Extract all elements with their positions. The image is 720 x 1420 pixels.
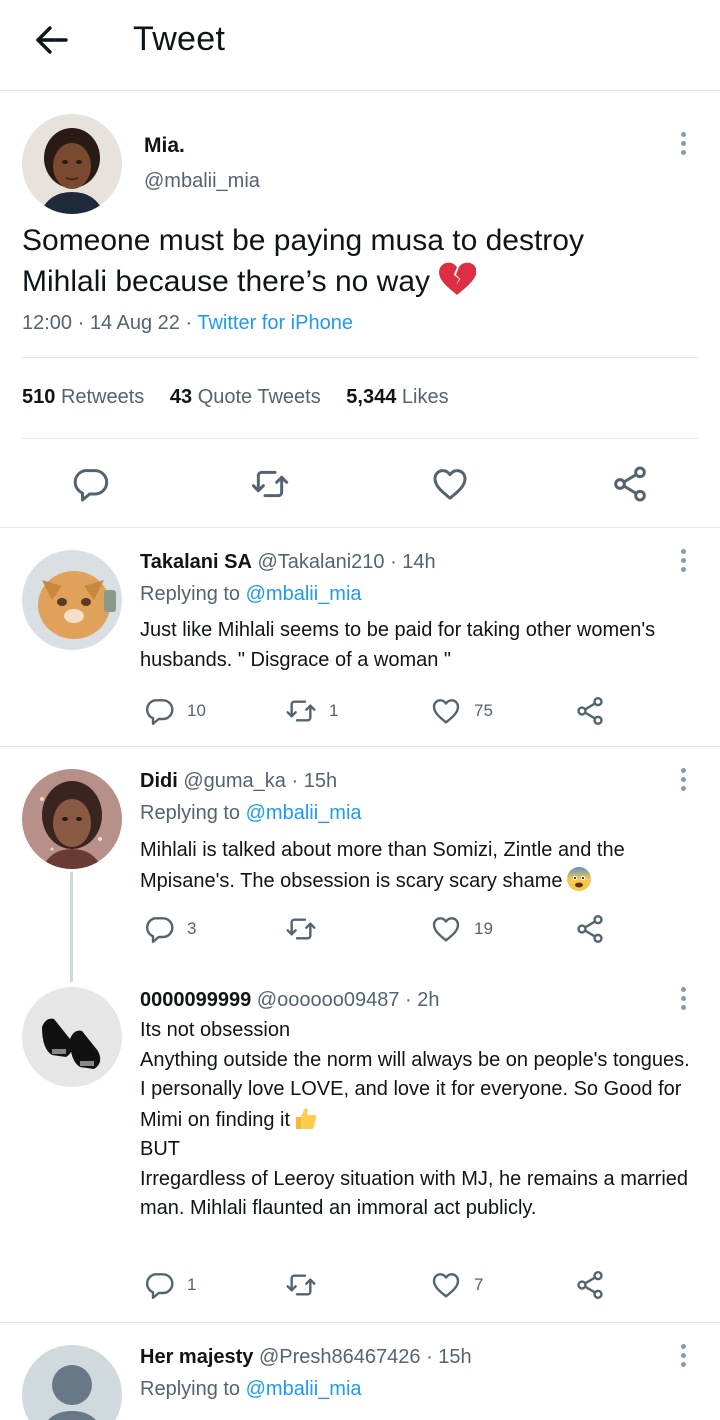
reply-icon[interactable]	[70, 464, 110, 504]
like-count: 19	[474, 919, 493, 938]
reply-count: 3	[187, 919, 197, 938]
reply-text-line: Irregardless of Leeroy situation with MJ…	[140, 1167, 689, 1220]
more-options-icon[interactable]	[673, 547, 693, 575]
tweet-text: Someone must be paying musa to destroy M…	[22, 220, 662, 302]
replying-to-link[interactable]: @mbalii_mia	[246, 583, 362, 605]
avatar[interactable]	[22, 1345, 122, 1420]
divider	[22, 357, 698, 358]
reply-count: 10	[187, 701, 206, 720]
reply-text: Just like Mihlali seems to be paid for t…	[140, 619, 656, 671]
reply-author-handle[interactable]: @guma_ka	[183, 770, 286, 792]
more-options-icon[interactable]	[673, 766, 693, 794]
reply-count: 1	[187, 1275, 197, 1294]
reply-header: Didi @guma_ka · 15h	[140, 770, 337, 793]
reply-author-name[interactable]: Takalani SA	[140, 551, 252, 573]
retweet-count: 1	[329, 701, 339, 720]
broken-heart-icon	[439, 262, 477, 295]
retweet-icon[interactable]	[250, 464, 290, 504]
replying-to-link[interactable]: @mbalii_mia	[246, 802, 362, 824]
share-icon[interactable]	[574, 1268, 606, 1302]
likes-stat[interactable]: 5,344 Likes	[346, 386, 448, 408]
like-count: 75	[474, 701, 493, 720]
avatar[interactable]	[22, 987, 122, 1087]
reply-author-name[interactable]: Her majesty	[140, 1346, 253, 1368]
tweet-text-body: Someone must be paying musa to destroy M…	[22, 224, 584, 298]
reply-header: 0000099999 @oooooo09487 · 2h	[140, 989, 439, 1012]
page-title: Tweet	[133, 20, 226, 58]
more-options-icon[interactable]	[673, 985, 693, 1013]
author-name[interactable]: Mia.	[144, 134, 185, 158]
avatar[interactable]	[22, 550, 122, 650]
top-bar: Tweet	[0, 0, 720, 91]
tweet-source-link[interactable]: Twitter for iPhone	[197, 312, 353, 334]
reply-author-handle[interactable]: @Takalani210	[257, 551, 384, 573]
avatar[interactable]	[22, 769, 122, 869]
reply-tweet[interactable]: 0000099999 @oooooo09487 · 2h Its not obs…	[0, 977, 720, 1322]
avatar[interactable]	[22, 114, 122, 214]
replying-to: Replying to @mbalii_mia	[140, 802, 362, 824]
reply-author-handle[interactable]: @Presh86467426	[259, 1346, 421, 1368]
reply-time: · 2h	[405, 989, 440, 1011]
like-icon[interactable]: 75	[430, 694, 493, 728]
reply-time: · 14h	[390, 551, 436, 573]
thumbs-up-icon	[296, 1107, 317, 1129]
retweet-icon[interactable]	[285, 1268, 329, 1302]
fearful-face-icon	[566, 866, 591, 891]
share-icon[interactable]	[610, 464, 650, 504]
divider	[22, 438, 698, 439]
reply-time: · 15h	[426, 1346, 472, 1368]
retweet-icon[interactable]: 1	[285, 694, 338, 728]
reply-icon[interactable]: 1	[143, 1268, 196, 1302]
thread-connector	[70, 872, 73, 982]
author-handle[interactable]: @mbalii_mia	[144, 170, 260, 193]
like-icon[interactable]: 19	[430, 912, 493, 946]
reply-text: Mihlali is talked about more than Somizi…	[140, 836, 700, 896]
reply-tweet[interactable]: Her majesty @Presh86467426 · 15h Replyin…	[0, 1323, 720, 1420]
reply-text-line: Anything outside the norm will always be…	[140, 1048, 690, 1071]
like-icon[interactable]: 7	[430, 1268, 483, 1302]
reply-author-name[interactable]: 0000099999	[140, 989, 251, 1011]
more-options-icon[interactable]	[673, 1342, 693, 1370]
replying-to: Replying to @mbalii_mia	[140, 583, 362, 605]
share-icon[interactable]	[574, 694, 606, 728]
reply-text-line: BUT	[140, 1138, 180, 1160]
tweet-timestamp: 12:00 · 14 Aug 22 ·	[22, 312, 198, 334]
reply-header: Her majesty @Presh86467426 · 15h	[140, 1346, 472, 1369]
reply-icon[interactable]: 3	[143, 912, 196, 946]
like-icon[interactable]	[430, 464, 470, 504]
retweets-stat[interactable]: 510 Retweets	[22, 386, 144, 408]
retweet-icon[interactable]	[285, 912, 329, 946]
tweet-meta: 12:00 · 14 Aug 22 · Twitter for iPhone	[22, 312, 353, 335]
more-options-icon[interactable]	[673, 130, 693, 158]
reply-header: Takalani SA @Takalani210 · 14h	[140, 551, 436, 574]
reply-tweet[interactable]: Didi @guma_ka · 15h Replying to @mbalii_…	[0, 747, 720, 977]
like-count: 7	[474, 1275, 484, 1294]
main-tweet: Mia. @mbalii_mia Someone must be paying …	[0, 92, 720, 528]
share-icon[interactable]	[574, 912, 606, 946]
replying-to-link[interactable]: @mbalii_mia	[246, 1378, 362, 1400]
reply-text-line: I personally love LOVE, and love it for …	[140, 1078, 682, 1131]
reply-text: Its not obsession Anything outside the n…	[140, 1016, 700, 1224]
reply-text-line: Its not obsession	[140, 1019, 291, 1041]
reply-author-name[interactable]: Didi	[140, 770, 178, 792]
reply-text-body: Mihlali is talked about more than Somizi…	[140, 839, 625, 892]
replying-to: Replying to @mbalii_mia	[140, 1378, 362, 1400]
reply-icon[interactable]: 10	[143, 694, 206, 728]
reply-tweet[interactable]: Takalani SA @Takalani210 · 14h Replying …	[0, 529, 720, 746]
reply-author-handle[interactable]: @oooooo09487	[257, 989, 400, 1011]
quote-tweets-stat[interactable]: 43 Quote Tweets	[170, 386, 321, 408]
back-arrow-icon[interactable]	[30, 20, 74, 60]
tweet-stats: 510 Retweets 43 Quote Tweets 5,344 Likes	[22, 386, 469, 409]
reply-time: · 15h	[291, 770, 338, 792]
